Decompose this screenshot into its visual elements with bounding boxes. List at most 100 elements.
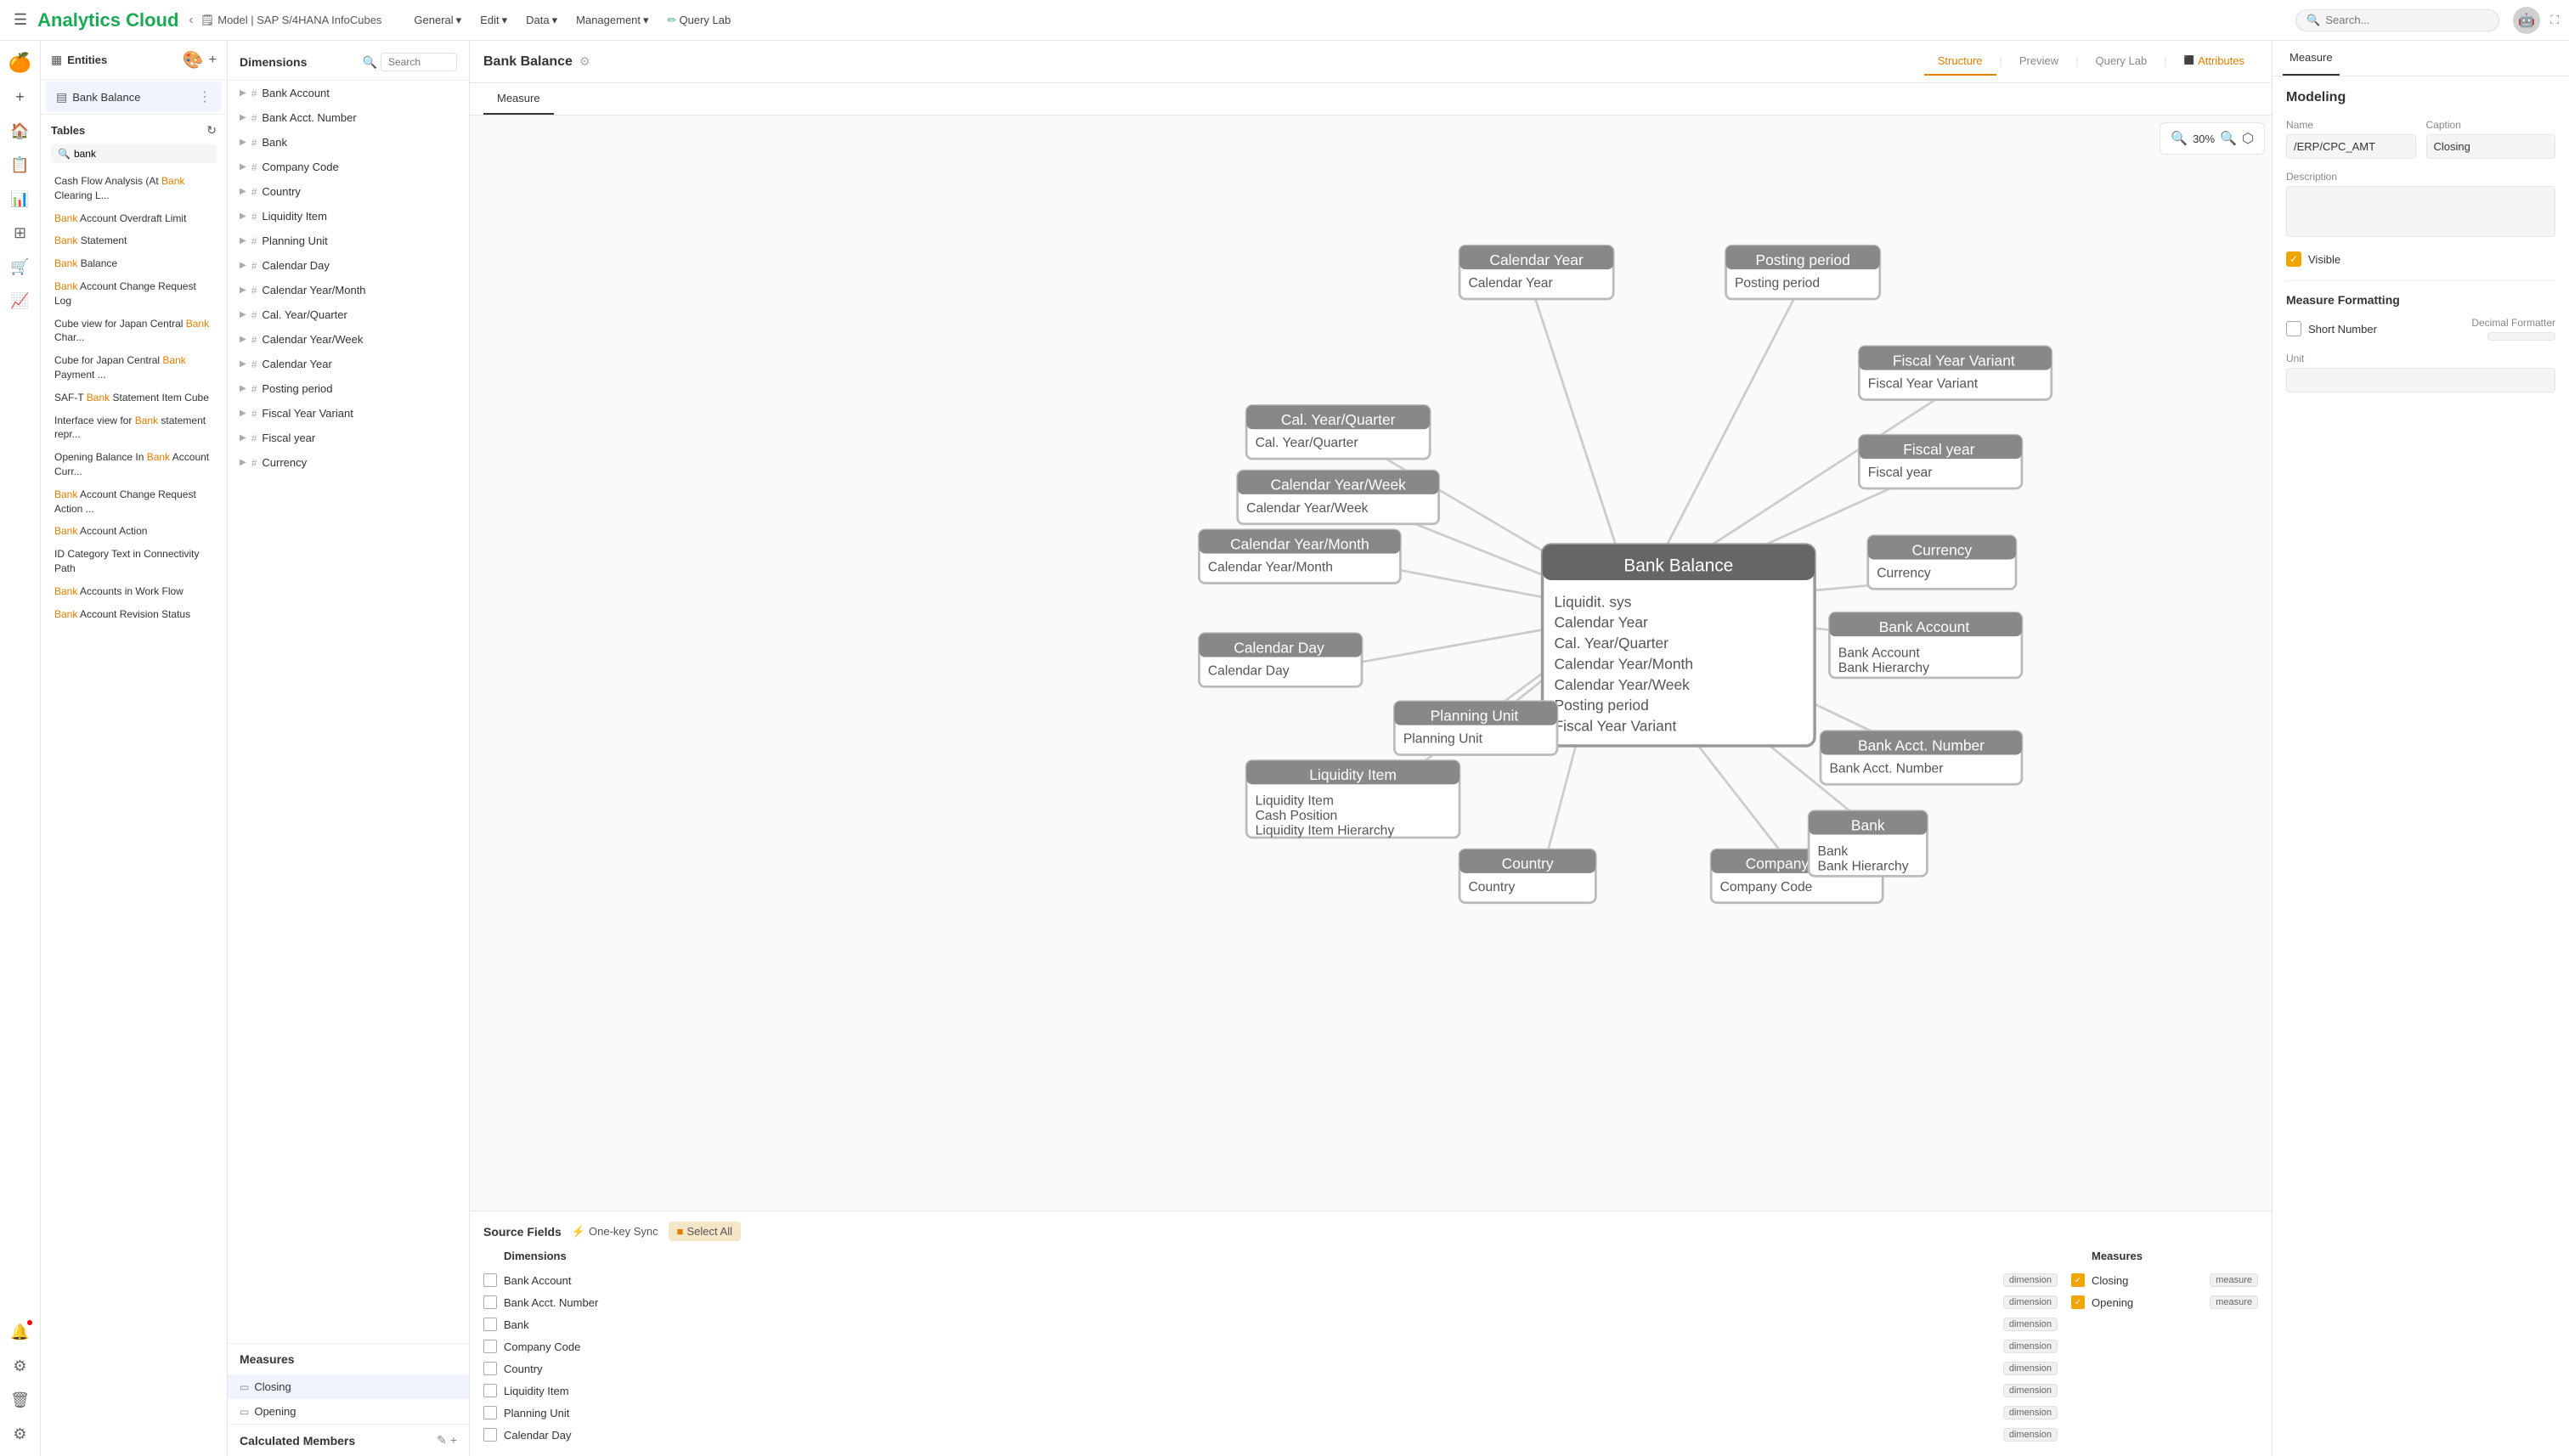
mea-checkbox-2[interactable]: ✓ [2071, 1295, 2085, 1309]
subtab-measure[interactable]: Measure [483, 83, 554, 115]
dim-checkbox-2[interactable] [483, 1295, 497, 1309]
calc-add-icon[interactable]: + [450, 1433, 457, 1448]
dim-calendar-day[interactable]: ▶#Calendar Day [228, 253, 469, 278]
sidebar-home-icon[interactable]: 🍊 [5, 48, 36, 78]
sidebar-trend-icon[interactable]: 📈 [5, 285, 36, 316]
graph-settings-icon[interactable]: ⚙ [579, 54, 590, 69]
hamburger-icon[interactable]: ☰ [10, 8, 31, 32]
list-item[interactable]: Bank Accounts in Work Flow [51, 580, 217, 603]
dim-checkbox-1[interactable] [483, 1273, 497, 1287]
dim-cal-year-quarter[interactable]: ▶#Cal. Year/Quarter [228, 302, 469, 327]
dimension-search-input[interactable] [381, 53, 457, 71]
dim-bank[interactable]: ▶#Bank [228, 130, 469, 155]
nav-querylab[interactable]: ✏ Query Lab [659, 8, 740, 32]
measure-closing[interactable]: ▭ Closing [228, 1374, 469, 1399]
nav-management[interactable]: Management ▾ [567, 8, 657, 32]
nav-general[interactable]: General ▾ [405, 8, 470, 32]
sidebar-cart-icon[interactable]: 🛒 [5, 251, 36, 282]
list-item[interactable]: Cube view for Japan Central Bank Char... [51, 313, 217, 350]
dim-fiscal-year[interactable]: ▶#Fiscal year [228, 426, 469, 450]
dim-calendar-year[interactable]: ▶#Calendar Year [228, 352, 469, 376]
short-number-checkbox[interactable] [2286, 321, 2301, 336]
sync-button[interactable]: ⚡ One-key Sync [572, 1225, 658, 1239]
measure-opening[interactable]: ▭ Opening [228, 1399, 469, 1424]
expand-icon[interactable]: ⛶ [2550, 13, 2559, 27]
tab-query-lab[interactable]: Query Lab [2082, 48, 2161, 76]
dim-checkbox-3[interactable] [483, 1318, 497, 1331]
avatar[interactable]: 🤖 [2513, 7, 2540, 34]
dim-liquidity-item[interactable]: ▶#Liquidity Item [228, 204, 469, 229]
tables-search-input[interactable] [74, 148, 210, 160]
global-search[interactable]: 🔍 [2295, 9, 2499, 31]
list-item[interactable]: Bank Account Action [51, 520, 217, 543]
list-item[interactable]: Interface view for Bank statement repr..… [51, 409, 217, 447]
list-item[interactable]: Cash Flow Analysis (At Bank Clearing L..… [51, 170, 217, 207]
measures-col: Measures ✓ Closing measure ✓ Opening mea… [2071, 1250, 2258, 1446]
tables-search[interactable]: 🔍 [51, 144, 217, 163]
list-item[interactable]: Bank Balance [51, 252, 217, 275]
sidebar-filter-icon[interactable]: ⚙ [5, 1351, 36, 1381]
tab-structure[interactable]: Structure [1924, 48, 1996, 76]
sidebar-datasets-icon[interactable]: 📋 [5, 150, 36, 180]
dim-bank-account[interactable]: ▶#Bank Account [228, 81, 469, 105]
dim-checkbox-7[interactable] [483, 1406, 497, 1419]
list-item[interactable]: Bank Account Change Request Action ... [51, 483, 217, 521]
search-input[interactable] [2325, 14, 2488, 26]
nav-data[interactable]: Data ▾ [517, 8, 566, 32]
entity-item-more-icon[interactable]: ⋮ [198, 88, 212, 105]
source-dim-row: Company Codedimension [483, 1335, 2058, 1357]
list-item[interactable]: SAF-T Bank Statement Item Cube [51, 387, 217, 409]
decimal-value[interactable] [2487, 332, 2555, 341]
nav-edit[interactable]: Edit ▾ [471, 8, 516, 32]
dim-calendar-year-month[interactable]: ▶#Calendar Year/Month [228, 278, 469, 302]
decimal-label: Decimal Formatter [2471, 317, 2555, 329]
sidebar-settings-icon[interactable]: ⚙ [5, 1419, 36, 1449]
list-item[interactable]: Bank Statement [51, 229, 217, 252]
sidebar-add-icon[interactable]: + [5, 82, 36, 112]
dim-checkbox-5[interactable] [483, 1362, 497, 1375]
mea-checkbox-1[interactable]: ✓ [2071, 1273, 2085, 1287]
dim-company-code[interactable]: ▶#Company Code [228, 155, 469, 179]
network-icon[interactable]: ⬡ [2242, 130, 2254, 147]
svg-text:Cal. Year/Quarter: Cal. Year/Quarter [1281, 411, 1396, 428]
dim-currency[interactable]: ▶#Currency [228, 450, 469, 475]
dim-bank-acct-number[interactable]: ▶#Bank Acct. Number [228, 105, 469, 130]
dim-calendar-year-week[interactable]: ▶#Calendar Year/Week [228, 327, 469, 352]
dim-country[interactable]: ▶#Country [228, 179, 469, 204]
description-input[interactable] [2286, 186, 2555, 237]
dimension-search-icon[interactable]: 🔍 [363, 55, 377, 70]
dim-posting-period[interactable]: ▶#Posting period [228, 376, 469, 401]
sidebar-grid-icon[interactable]: ⊞ [5, 217, 36, 248]
dim-fiscal-year-variant[interactable]: ▶#Fiscal Year Variant [228, 401, 469, 426]
zoom-out-icon[interactable]: 🔍 [2171, 130, 2188, 147]
sidebar-charts-icon[interactable]: 📊 [5, 183, 36, 214]
tab-preview[interactable]: Preview [2006, 48, 2072, 76]
sidebar-notification-icon[interactable]: 🔔 [5, 1317, 36, 1347]
dim-checkbox-6[interactable] [483, 1384, 497, 1397]
dim-checkbox-8[interactable] [483, 1428, 497, 1442]
list-item[interactable]: ID Category Text in Connectivity Path [51, 543, 217, 580]
zoom-in-icon[interactable]: 🔍 [2220, 130, 2237, 147]
dim-checkbox-4[interactable] [483, 1340, 497, 1353]
source-mea-row: ✓ Opening measure [2071, 1291, 2258, 1313]
entity-item-bank-balance[interactable]: ▤ Bank Balance ⋮ [46, 82, 222, 112]
list-item[interactable]: Cube for Japan Central Bank Payment ... [51, 349, 217, 387]
entity-add-icon[interactable]: + [209, 53, 217, 68]
source-dim-row: Bank Acct. Numberdimension [483, 1291, 2058, 1313]
dim-planning-unit[interactable]: ▶#Planning Unit [228, 229, 469, 253]
svg-text:Fiscal Year Variant: Fiscal Year Variant [1868, 377, 1979, 392]
sidebar-trash-icon[interactable]: 🗑 [5, 1385, 36, 1415]
list-item[interactable]: Bank Account Overdraft Limit [51, 207, 217, 230]
unit-input[interactable] [2286, 368, 2555, 392]
list-item[interactable]: Opening Balance In Bank Account Curr... [51, 446, 217, 483]
calc-edit-icon[interactable]: ✎ [437, 1433, 447, 1448]
refresh-icon[interactable]: ↻ [206, 123, 217, 138]
tab-attributes[interactable]: ⬛Attributes [2171, 48, 2258, 76]
sidebar-entities-icon[interactable]: 🏠 [5, 116, 36, 146]
list-item[interactable]: Bank Account Change Request Log [51, 275, 217, 313]
list-item[interactable]: Bank Account Revision Status [51, 603, 217, 626]
select-all-button[interactable]: ■ Select All [669, 1222, 741, 1241]
nav-back-icon[interactable]: ‹ [189, 13, 193, 28]
right-tab-measure[interactable]: Measure [2283, 41, 2340, 76]
visible-checkbox[interactable]: ✓ [2286, 251, 2301, 267]
